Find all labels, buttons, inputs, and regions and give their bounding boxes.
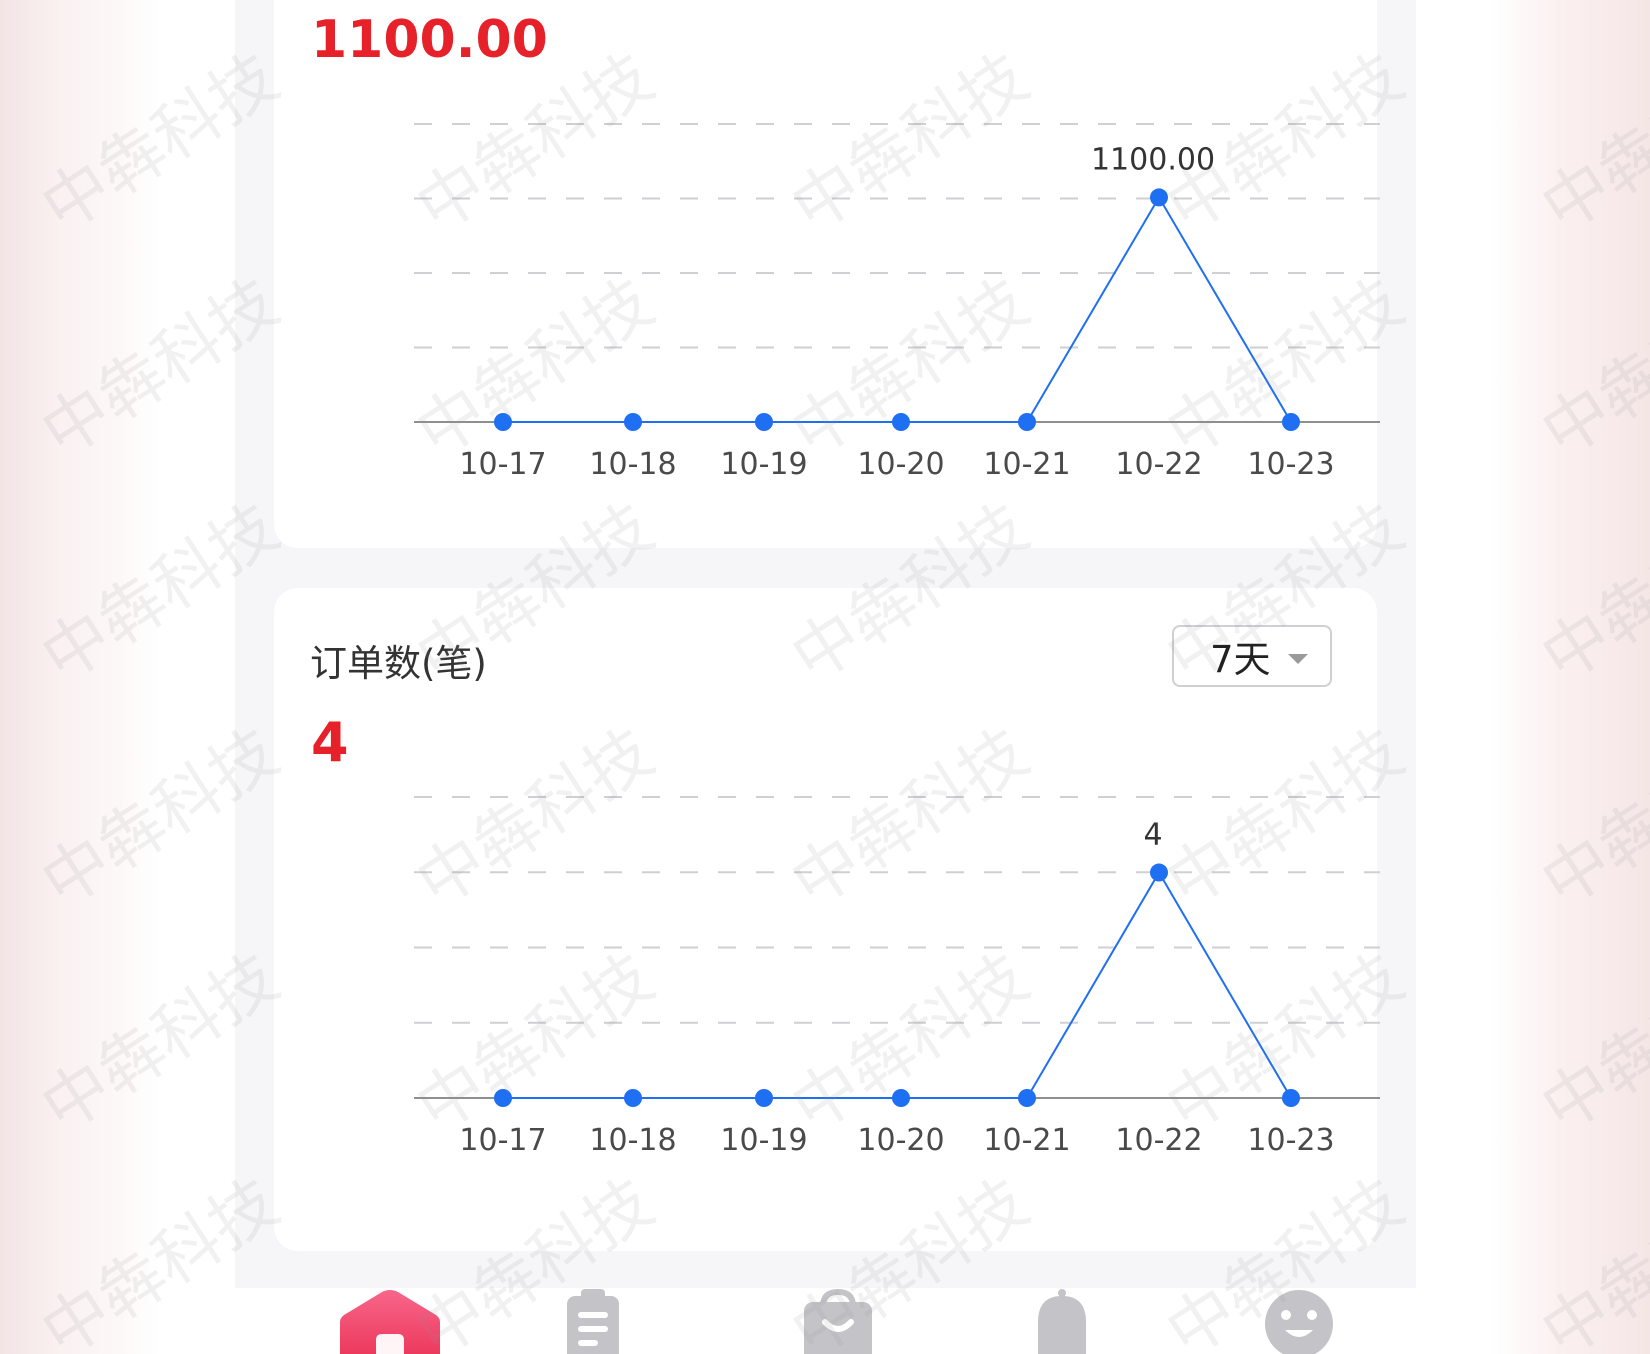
x-tick-label: 10-21 [983,1123,1070,1158]
sales-line-chart: 10-17 10-18 10-19 10-20 10-21 10-22 10-23 1100.… [414,123,1380,482]
data-point [1282,413,1300,431]
watermark-text: 中犇科技 [1528,488,1650,698]
x-tick-label: 10-19 [720,1123,807,1158]
tab-notifications[interactable] [1030,1288,1170,1354]
bell-icon [1038,1289,1086,1354]
x-tick-label: 10-22 [1115,1123,1202,1158]
clipboard-icon [567,1289,619,1354]
sales-card: 1100.00 10-17 10-18 10-19 10-20 10-21 10-22 10… [274,0,1380,548]
phone-screen: 1100.00 10-17 10-18 10-19 10-20 10-21 10-22 10… [160,0,1492,1354]
data-point [1150,188,1168,207]
data-point [494,413,512,431]
data-point [755,1089,773,1107]
x-tick-label: 10-17 [459,1123,546,1158]
data-point [624,1089,642,1107]
data-point [1018,1089,1036,1107]
watermark-text: 中犇科技 [1528,263,1650,473]
smiley-icon [1265,1290,1333,1354]
x-tick-label: 10-21 [983,447,1070,482]
watermark-text: 中犇科技 [1528,38,1650,248]
tab-home[interactable] [320,1288,460,1354]
watermark-text: 中犇科技 [1528,1163,1650,1354]
x-tick-label: 10-20 [857,1123,944,1158]
data-point [1018,413,1036,431]
watermark-text: 中犇科技 [1528,938,1650,1148]
content-area: 1100.00 10-17 10-18 10-19 10-20 10-21 10-22 10… [235,0,1416,1288]
data-point [892,413,910,431]
x-tick-label: 10-23 [1247,447,1334,482]
data-point [494,1089,512,1107]
x-tick-label: 10-18 [589,447,676,482]
tab-profile[interactable] [1264,1288,1404,1354]
data-point [624,413,642,431]
shopping-bag-icon [804,1288,872,1354]
data-label: 1100.00 [1091,142,1215,177]
home-icon [340,1290,440,1354]
x-tick-label: 10-23 [1247,1123,1334,1158]
bottom-tabbar [160,1288,1492,1354]
app-viewport: 1100.00 10-17 10-18 10-19 10-20 10-21 10-22 10… [0,0,1650,1354]
x-tick-label: 10-18 [589,1123,676,1158]
series-line [503,870,1292,1099]
series-line [503,195,1292,423]
x-tick-label: 10-20 [857,447,944,482]
tab-shop[interactable] [792,1288,932,1354]
orders-line-chart: 10-17 10-18 10-19 10-20 10-21 10-22 10-23 4 [414,796,1380,1158]
data-point [892,1089,910,1107]
data-point [1282,1089,1300,1107]
watermark-text: 中犇科技 [1528,713,1650,923]
x-tick-label: 10-19 [720,447,807,482]
x-tick-label: 10-17 [459,447,546,482]
x-tick-label: 10-22 [1115,447,1202,482]
orders-card: 订单数(笔) 7天 4 10-17 10-18 10-19 10-20 10-21 10-… [274,588,1380,1251]
data-point [1150,863,1168,882]
data-point [755,413,773,431]
tab-orders[interactable] [557,1288,697,1354]
data-label: 4 [1143,818,1162,853]
